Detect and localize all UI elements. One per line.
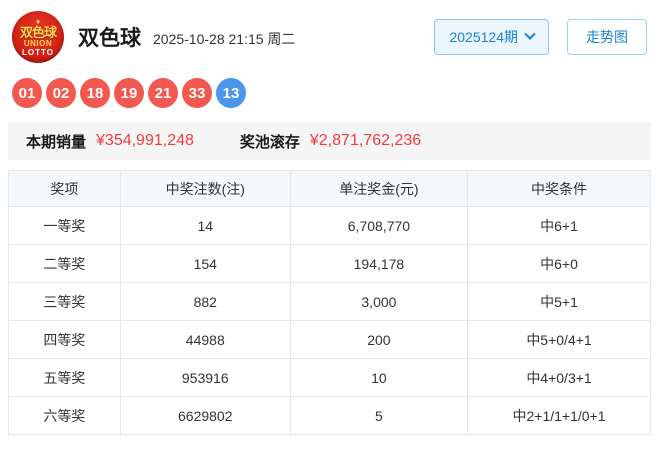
red-ball: 33 [182,78,212,108]
cell-winners: 6629802 [119,396,291,435]
page-title: 双色球 [78,27,141,50]
draw-datetime: 2025-10-28 21:15 周二 [153,31,296,47]
cell-winners: 154 [119,244,291,283]
issue-dropdown[interactable]: 2025124期 [434,19,549,55]
cell-condition: 中2+1/1+1/0+1 [467,396,651,435]
lottery-results-page: ♦ 双色球 UNION LOTTO 双色球 2025-10-28 21:15 周… [0,0,659,452]
winning-numbers: 01 02 18 19 21 33 13 [0,70,659,118]
column-header-condition: 中奖条件 [467,170,651,207]
cell-condition: 中6+0 [467,244,651,283]
cell-prize: 5 [289,396,469,435]
cell-condition: 中5+1 [467,282,651,321]
cell-prize: 194,178 [289,244,469,283]
cell-prize: 6,708,770 [289,206,469,245]
cell-tier: 一等奖 [8,206,121,245]
column-header-tier: 奖项 [8,170,121,207]
cell-tier: 六等奖 [8,396,121,435]
cell-prize: 10 [289,358,469,397]
cell-tier: 五等奖 [8,358,121,397]
table-row: 六等奖 6629802 5 中2+1/1+1/0+1 [8,396,651,435]
header: ♦ 双色球 UNION LOTTO 双色球 2025-10-28 21:15 周… [0,0,659,70]
prize-table-body: 一等奖 14 6,708,770 中6+1 二等奖 154 194,178 中6+0 三等奖 88… [8,206,651,435]
trend-chart-button[interactable]: 走势图 [567,19,647,55]
red-ball: 02 [46,78,76,108]
table-row: 四等奖 44988 200 中5+0/4+1 [8,320,651,359]
cell-condition: 中4+0/3+1 [467,358,651,397]
logo-union-text: UNION [23,38,53,48]
header-actions: 2025124期 走势图 [434,19,647,55]
sales-value: ¥354,991,248 [96,132,194,149]
column-header-prize: 单注奖金(元) [289,170,469,207]
table-row: 二等奖 154 194,178 中6+0 [8,244,651,283]
cell-winners: 882 [119,282,291,321]
cell-condition: 中5+0/4+1 [467,320,651,359]
table-row: 五等奖 953916 10 中4+0/3+1 [8,358,651,397]
cell-tier: 四等奖 [8,320,121,359]
issue-dropdown-label: 2025124期 [449,29,518,45]
cell-tier: 二等奖 [8,244,121,283]
pool-value: ¥2,871,762,236 [309,132,422,149]
cell-condition: 中6+1 [467,206,651,245]
red-ball: 19 [114,78,144,108]
red-ball: 18 [80,78,110,108]
red-ball: 21 [148,78,178,108]
cell-prize: 200 [289,320,469,359]
table-row: 一等奖 14 6,708,770 中6+1 [8,206,651,245]
cell-tier: 三等奖 [8,282,121,321]
prize-table-header-row: 奖项 中奖注数(注) 单注奖金(元) 中奖条件 [8,170,651,207]
cell-winners: 14 [119,206,291,245]
chevron-down-icon [524,28,536,40]
sales-info-bar: 本期销量 ¥354,991,248 奖池滚存 ¥2,871,762,236 [8,122,651,160]
pool-label: 奖池滚存 [239,133,300,151]
logo-zh-text: 双色球 [19,24,57,40]
table-row: 三等奖 882 3,000 中5+1 [8,282,651,321]
union-lotto-logo: ♦ 双色球 UNION LOTTO [12,11,64,63]
cell-winners: 953916 [119,358,291,397]
logo-lotto-text: LOTTO [22,47,54,57]
sales-label: 本期销量 [26,133,87,151]
prize-table: 奖项 中奖注数(注) 单注奖金(元) 中奖条件 一等奖 14 6,708,770 中6… [8,170,651,435]
blue-ball: 13 [216,78,246,108]
cell-prize: 3,000 [289,282,469,321]
red-ball: 01 [12,78,42,108]
column-header-winners: 中奖注数(注) [119,170,291,207]
cell-winners: 44988 [119,320,291,359]
